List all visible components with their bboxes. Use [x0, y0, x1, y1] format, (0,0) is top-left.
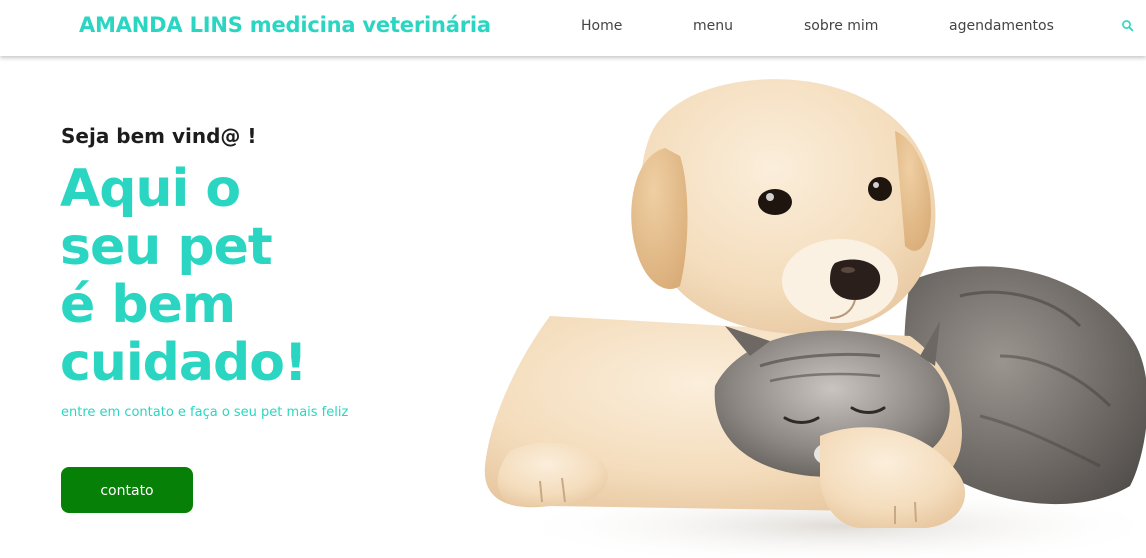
nav-link-home[interactable]: Home — [581, 18, 622, 34]
headline-line: cuidado! — [60, 333, 308, 393]
greeting-text: Seja bem vind@ ! — [61, 124, 257, 148]
brand-logo[interactable]: AMANDA LINS medicina veterinária — [79, 13, 491, 37]
headline-line: é bem — [60, 275, 236, 335]
hero-subtitle: entre em contato e faça o seu pet mais f… — [61, 405, 349, 420]
puppy-and-kitten-image — [484, 79, 1146, 558]
headline-line: seu pet — [60, 217, 273, 277]
page: AMANDA LINS medicina veterinária Home me… — [0, 0, 1146, 558]
navbar: AMANDA LINS medicina veterinária Home me… — [0, 0, 1146, 56]
hero-headline: Aqui o seu pet é bem cuidado! — [60, 160, 440, 392]
nav-link-sobre-mim[interactable]: sobre mim — [804, 18, 878, 34]
contact-button[interactable]: contato — [61, 467, 193, 513]
nav-link-agendamentos[interactable]: agendamentos — [949, 18, 1054, 34]
nav-link-menu[interactable]: menu — [693, 18, 733, 34]
search-icon[interactable] — [1120, 18, 1136, 34]
headline-line: Aqui o — [60, 159, 241, 219]
